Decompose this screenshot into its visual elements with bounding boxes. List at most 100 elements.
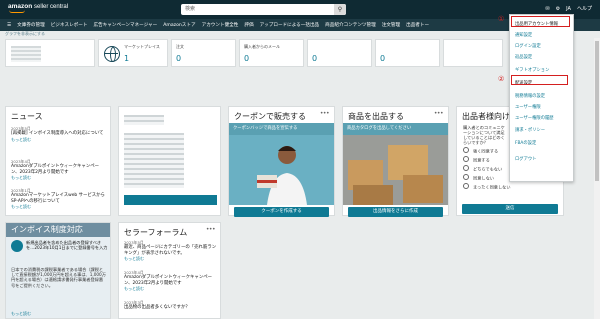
menu-icon[interactable]: ☰ (4, 23, 14, 28)
kpi-blurred (5, 39, 95, 67)
logo-text: amazon (8, 3, 33, 10)
blurred-content (124, 115, 164, 125)
search-input[interactable]: 検索 ⚲ (181, 4, 346, 15)
nav-item[interactable]: Amazonストア (160, 22, 198, 28)
news-item: 2023年4月 Amazonダブルポイントウィークキャンペーン、2023年2月よ… (11, 159, 107, 181)
news-text[interactable]: Amazonダブルポイントウィークキャンペーン、2023年2月より開始です (11, 164, 107, 175)
survey-option-radio[interactable]: どちらでもない (463, 165, 502, 173)
kpi-buyer-mail[interactable]: 購入者からのメール 0 (239, 39, 304, 67)
step-2-marker: ② (498, 75, 505, 83)
globe-icon (104, 46, 120, 62)
nav-item[interactable]: 文庫券の管理 (14, 22, 48, 28)
dropdown-item-notifications[interactable]: 通知設定 (515, 32, 532, 38)
highlight-box-1 (511, 16, 570, 27)
logo-smile-icon (9, 10, 25, 13)
kpi-label: 注文 (176, 44, 184, 49)
read-more-link[interactable]: もっと読む (11, 204, 107, 209)
nav-item[interactable]: 評価 (241, 22, 256, 28)
nav-item[interactable]: 商品紹介コンテンツ管理 (322, 22, 379, 28)
blurred-button[interactable] (124, 195, 217, 205)
dropdown-item-logout[interactable]: ログアウト (515, 156, 536, 162)
invoice-card: インボイス制度対応 新規出品者を含めた出品者の登録すべきを…2023年10月1日… (5, 222, 111, 319)
dropdown-item-tax[interactable]: 税務情報の設定 (515, 93, 545, 99)
vertical-scrollbar[interactable] (594, 38, 600, 319)
nav-item[interactable]: ビジネスレポート (48, 22, 91, 28)
gear-icon[interactable]: ⚙ (556, 6, 560, 12)
highlight-box-2 (511, 75, 568, 85)
add-product-card: 商品を出品する ••• 商品カタログを出品してください 出品情報をさらに作成 (342, 106, 449, 217)
create-coupon-button[interactable]: クーポンを作成する (234, 207, 329, 217)
read-more-link[interactable]: もっと読む (124, 286, 217, 291)
amazon-logo[interactable]: amazon seller central (8, 3, 69, 13)
nav-item[interactable]: 広告キャンペーンマネージャー (90, 22, 160, 28)
step-1-marker: ① (498, 15, 505, 23)
add-product-button[interactable]: 出品情報をさらに作成 (348, 207, 443, 217)
account-settings-dropdown: 出品用アカウント情報 通知設定 ログイン設定 返品設定 ギフトオプション 配送設… (509, 14, 574, 182)
language-selector[interactable]: JA (566, 6, 571, 12)
kpi-value: 0 (176, 54, 182, 63)
survey-option-radio[interactable]: 強く同意する (463, 147, 498, 155)
coupon-title: クーポンで販売する (234, 112, 306, 121)
kpi-card[interactable]: 0 (307, 39, 372, 67)
search-icon[interactable]: ⚲ (334, 4, 346, 15)
mail-icon[interactable]: ✉ (545, 6, 549, 12)
help-link[interactable]: ヘルプ (577, 5, 592, 12)
read-more-link[interactable]: もっと読む (11, 311, 31, 317)
forum-item: 2023年3月 出品物の出品者多くないですか？ (124, 300, 217, 311)
nav-item[interactable]: 出品者トー (403, 22, 432, 28)
forum-title: セラーフォーラム (124, 228, 188, 237)
boxes-image (343, 135, 448, 205)
coupon-image (229, 135, 334, 205)
news-text[interactable]: Amazonマーケットプレイスweb サービスからSP-APIへの移行について (11, 193, 107, 204)
read-more-link[interactable]: もっと読む (11, 137, 107, 142)
forum-item: 2023年4月 Amazonダブルポイントウィークキャンペーン、2023年2月よ… (124, 270, 217, 292)
news-card: ニュース 2023年5月 [再掲載] インボイス制度導入への対応について もっと… (5, 106, 111, 216)
nav-item[interactable]: アップロードによる一括出品 (257, 22, 323, 28)
more-options-icon[interactable]: ••• (206, 226, 216, 233)
dropdown-item-user-permissions[interactable]: ユーザー権限 (515, 104, 541, 110)
survey-option-radio[interactable]: 同意する (463, 156, 490, 164)
more-options-icon[interactable]: ••• (434, 110, 444, 117)
blurred-content (11, 46, 41, 62)
invoice-title: インボイス制度対応 (6, 223, 110, 237)
survey-option-radio[interactable]: 同意しない (463, 174, 494, 182)
kpi-label: マーケットプレイス (124, 44, 160, 49)
dropdown-item-gift[interactable]: ギフトオプション (515, 67, 549, 73)
dropdown-item-fba[interactable]: FBAの設定 (515, 140, 536, 146)
more-options-icon[interactable]: ••• (320, 110, 330, 117)
top-right-icons: ✉ ⚙ JA ヘルプ (545, 5, 592, 13)
dropdown-item-permission-history[interactable]: ユーザー権限の履歴 (515, 115, 554, 121)
kpi-value: 1 (124, 54, 130, 63)
add-product-subtitle: 商品カタログを出品してください (343, 123, 448, 135)
forum-text[interactable]: Amazonダブルポイントウィークキャンペーン、2023年2月より開始です (124, 275, 217, 286)
coupon-card: クーポンで販売する ••• クーポンバッジで商品を宣伝する クーポンを作成する (228, 106, 335, 217)
nav-item[interactable]: アカウント健全性 (199, 22, 242, 28)
dropdown-item-returns[interactable]: 返品設定 (515, 54, 532, 60)
forum-text[interactable]: 出品物の出品者多くないですか？ (124, 305, 217, 310)
forum-text[interactable]: 最近、商品ページにカテゴリーの「売れ筋ランキング」が表示されないです。 (124, 245, 217, 256)
logo-subtext: seller central (34, 4, 69, 10)
blurred-content (124, 133, 184, 188)
kpi-value: 0 (312, 54, 318, 63)
search-placeholder: 検索 (185, 6, 196, 12)
add-product-title: 商品を出品する (348, 112, 404, 121)
kpi-card[interactable]: 0 (375, 39, 440, 67)
news-item: 2023年5月 [再掲載] インボイス制度導入への対応について もっと読む (11, 126, 107, 142)
kpi-row: マーケットプレイス 1 注文 0 購入者からのメール 0 0 0 (5, 39, 525, 67)
kpi-marketplace[interactable]: マーケットプレイス 1 (98, 39, 168, 67)
cardboard-boxes-illustration (343, 135, 448, 205)
survey-submit-button[interactable]: 送信 (462, 204, 558, 214)
read-more-link[interactable]: もっと読む (11, 175, 107, 180)
kpi-value: 0 (244, 54, 250, 63)
person-holding-gift-illustration (229, 135, 334, 205)
kpi-orders[interactable]: 注文 0 (171, 39, 236, 67)
survey-option-radio[interactable]: まったく同意しない (463, 183, 511, 191)
nav-item[interactable]: 注文管理 (379, 22, 403, 28)
dropdown-item-billing[interactable]: 請求・ポリシー (515, 127, 545, 133)
kpi-card (443, 39, 503, 67)
scrollbar-thumb[interactable] (595, 41, 599, 181)
read-more-link[interactable]: もっと読む (124, 256, 217, 261)
coupon-subtitle: クーポンバッジで商品を宣伝する (229, 123, 334, 135)
info-icon (11, 240, 23, 252)
dropdown-item-login[interactable]: ログイン設定 (515, 43, 541, 49)
